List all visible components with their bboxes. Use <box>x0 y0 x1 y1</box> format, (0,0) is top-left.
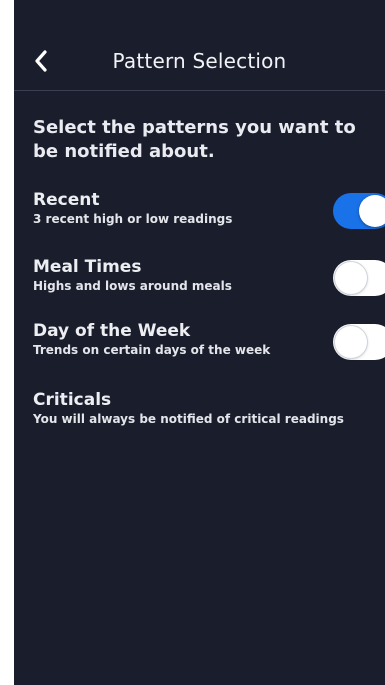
day-of-week-toggle[interactable] <box>333 324 385 360</box>
pattern-row-day-of-week: Day of the Week Trends on certain days o… <box>33 321 385 360</box>
meal-times-toggle[interactable] <box>333 260 385 296</box>
toggle-knob <box>335 262 367 294</box>
pattern-selection-screen: Pattern Selection Select the patterns yo… <box>14 0 385 685</box>
pattern-title: Recent <box>33 190 100 210</box>
pattern-title: Meal Times <box>33 257 142 277</box>
criticals-subtitle: You will always be notified of critical … <box>33 412 344 426</box>
pattern-title: Day of the Week <box>33 321 191 341</box>
pattern-row-meal-times: Meal Times Highs and lows around meals <box>33 257 385 296</box>
criticals-title: Criticals <box>33 390 112 410</box>
criticals-row: Criticals You will always be notified of… <box>33 390 385 427</box>
intro-text: Select the patterns you want to be notif… <box>33 117 356 162</box>
header-bar: Pattern Selection <box>14 0 385 91</box>
toggle-knob <box>335 326 367 358</box>
page-title: Pattern Selection <box>112 49 287 73</box>
recent-toggle[interactable] <box>333 193 385 229</box>
pattern-row-recent: Recent 3 recent high or low readings <box>33 190 385 229</box>
toggle-knob <box>359 195 385 227</box>
